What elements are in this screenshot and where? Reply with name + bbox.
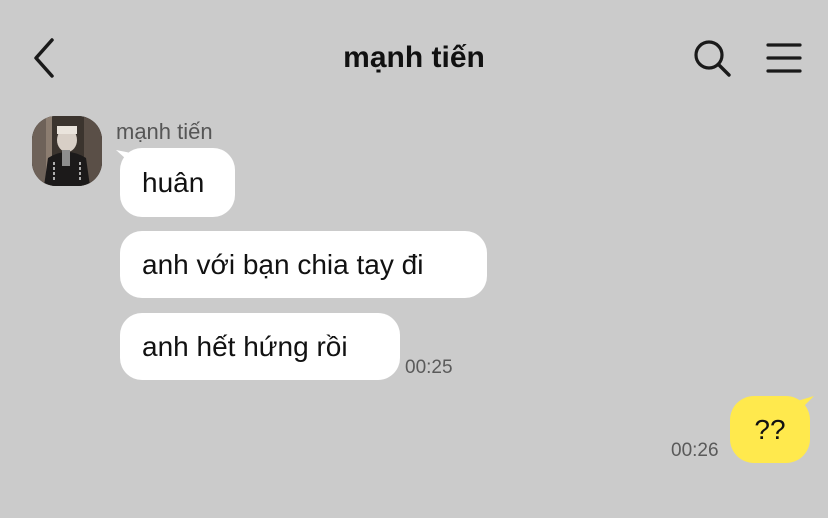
message-text: anh hết hứng rồi <box>142 330 348 362</box>
avatar-photo <box>32 116 102 186</box>
hamburger-menu-icon <box>766 43 802 73</box>
sender-name: mạnh tiến <box>116 119 213 144</box>
incoming-message[interactable]: huân <box>120 148 235 217</box>
chat-header: mạnh tiến <box>0 0 828 116</box>
message-timestamp: 00:26 <box>671 440 719 461</box>
outgoing-message[interactable]: ?? <box>730 396 810 463</box>
message-text: anh với bạn chia tay đi <box>142 248 424 280</box>
menu-button[interactable] <box>764 40 804 76</box>
incoming-message[interactable]: anh hết hứng rồi <box>120 313 400 380</box>
avatar[interactable] <box>32 116 102 186</box>
search-icon <box>694 40 731 77</box>
search-button[interactable] <box>692 38 732 78</box>
incoming-message[interactable]: anh với bạn chia tay đi <box>120 231 487 298</box>
chevron-left-icon <box>34 38 54 78</box>
message-text: ?? <box>754 413 786 445</box>
message-text: huân <box>142 166 205 198</box>
back-button[interactable] <box>28 36 62 80</box>
message-timestamp: 00:25 <box>405 357 453 378</box>
chat-title: mạnh tiến <box>343 41 485 74</box>
